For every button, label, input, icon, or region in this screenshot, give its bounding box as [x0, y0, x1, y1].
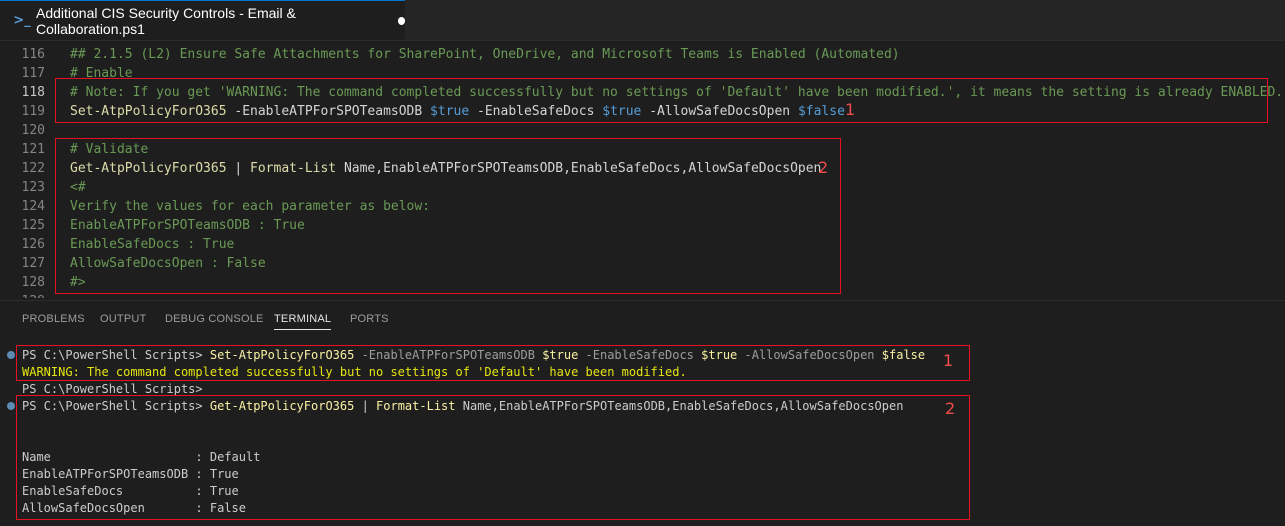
line-number: 129 [0, 292, 45, 298]
line-number: 123 [21, 180, 45, 195]
highlight-box-1 [55, 78, 1268, 123]
marker-1: 1 [845, 100, 856, 119]
line-number: 125 [21, 218, 45, 233]
line-number: 124 [21, 199, 45, 214]
highlight-box-2 [55, 138, 841, 294]
line-number: 122 [21, 161, 45, 176]
line-number: 128 [21, 275, 45, 290]
editor-tab-bar: >_ Additional CIS Security Controls - Em… [0, 0, 1285, 41]
line-number: 117 [21, 66, 45, 81]
marker-2: 2 [818, 158, 829, 177]
terminal-marker-1: 1 [943, 351, 954, 370]
line-number: 127 [21, 256, 45, 271]
line-number: 121 [21, 142, 45, 157]
line-number: 126 [21, 237, 45, 252]
terminal-marker-2: 2 [945, 399, 956, 418]
tab-debug-console[interactable]: DEBUG CONSOLE [165, 313, 264, 325]
line-number: 116 [21, 47, 45, 62]
code-token: ## 2.1.5 (L2) Ensure Safe Attachments fo… [70, 47, 900, 62]
unsaved-dot-icon[interactable] [397, 16, 405, 25]
editor-tab[interactable]: >_ Additional CIS Security Controls - Em… [0, 0, 405, 40]
terminal-highlight-box-1 [16, 345, 970, 381]
code-text: ## 2.1.5 (L2) Ensure Safe Attachments fo… [70, 45, 900, 64]
code-line[interactable]: 116 ## 2.1.5 (L2) Ensure Safe Attachments… [0, 45, 1285, 64]
powershell-icon: >_ [13, 13, 31, 28]
terminal-highlight-box-2 [16, 395, 970, 520]
command-status-dot-icon[interactable] [7, 402, 15, 410]
tab-problems[interactable]: PROBLEMS [22, 313, 85, 325]
tab-terminal[interactable]: TERMINAL [274, 313, 332, 330]
tab-title: Additional CIS Security Controls - Email… [36, 4, 296, 37]
line-number: 119 [21, 104, 45, 119]
tab-ports[interactable]: PORTS [350, 313, 389, 325]
command-status-dot-icon[interactable] [7, 351, 15, 359]
terminal-token: PS C:\PowerShell Scripts> [22, 382, 203, 396]
line-number: 120 [21, 123, 45, 138]
panel-tab-bar: PROBLEMS OUTPUT DEBUG CONSOLE TERMINAL P… [0, 300, 1285, 337]
tab-output[interactable]: OUTPUT [100, 313, 146, 325]
line-number: 118 [21, 85, 45, 100]
